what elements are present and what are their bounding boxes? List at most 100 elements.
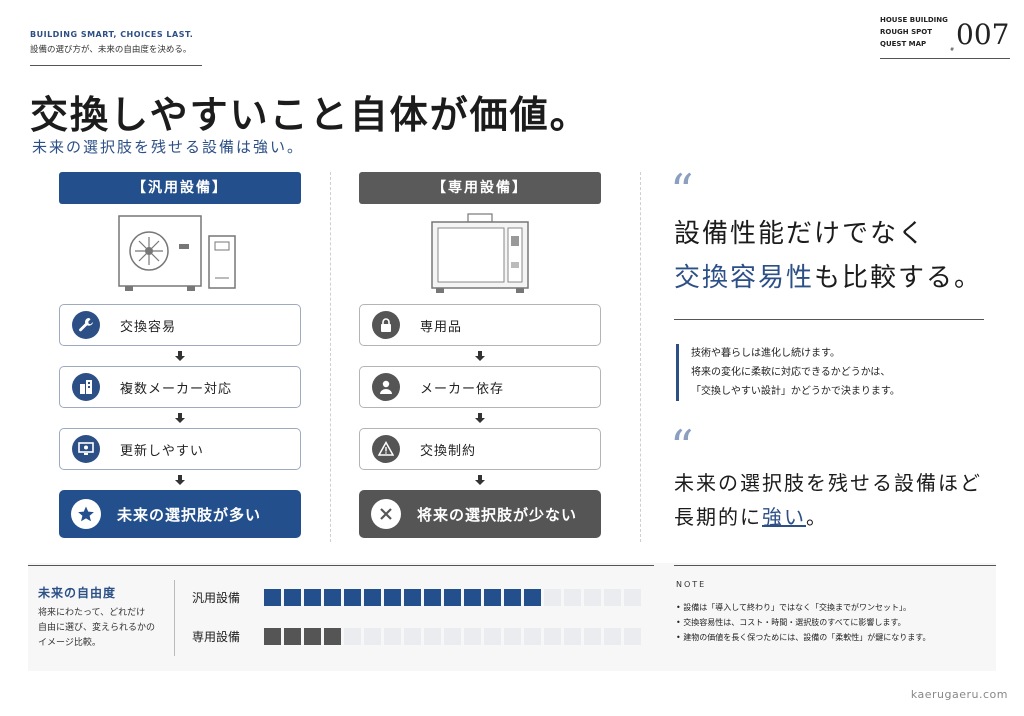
step-label: 更新しやすい (120, 443, 204, 459)
bar-cell (364, 588, 381, 606)
bar-cells (264, 627, 641, 645)
dedicated-step: 交換制約 (359, 428, 601, 470)
dedicated-unit-illustration (359, 204, 601, 304)
quote-accent: 交換容易性 (674, 263, 815, 293)
bottom-divider (174, 580, 175, 656)
quote-secondary: 未来の選択肢を残せる設備ほど 長期的に強い。 (674, 466, 982, 534)
site-watermark: kaerugaeru.com (910, 688, 1008, 701)
general-result: 未来の選択肢が多い (59, 490, 301, 538)
dedicated-heading: 【専用設備】 (359, 172, 601, 204)
bar-cell (484, 627, 501, 645)
note-title: NOTE (676, 580, 707, 589)
jp-tagline: 設備の選び方が、未来の自由度を決める。 (30, 45, 192, 55)
quote-line: 未来の選択肢を残せる設備ほど (674, 471, 982, 495)
person-icon (372, 373, 400, 401)
bar-cell (424, 627, 441, 645)
bar-cells (264, 588, 641, 606)
quote-mark-icon: “ (670, 420, 694, 474)
bar-cell (404, 588, 421, 606)
dedicated-result: 将来の選択肢が少ない (359, 490, 601, 538)
step-label: 交換制約 (420, 443, 477, 459)
bar-cell (264, 588, 281, 606)
result-label: 将来の選択肢が少ない (417, 505, 578, 524)
column-divider (330, 172, 331, 542)
bar-cell (384, 588, 401, 606)
series-badge: HOUSE BUILDING ROUGH SPOT QUEST MAP # 00… (880, 12, 1010, 62)
dedicated-step: メーカー依存 (359, 366, 601, 408)
bar-cell (304, 627, 321, 645)
bar-cell (564, 588, 581, 606)
outdoor-unit-illustration (59, 204, 301, 304)
quote-mark-icon: “ (670, 164, 694, 218)
quote-rule (674, 319, 984, 320)
star-icon (71, 499, 101, 529)
dedicated-equipment-column: 【専用設備】 専用品 メーカー依存 交換制約 将来の選択肢が少ない (359, 172, 601, 538)
quote-suffix: 。 (806, 505, 828, 529)
general-equipment-column: 【汎用設備】 交換容易 複数メーカー対応 更新しやすい 未来の選択肢が多い (59, 172, 301, 538)
issue-number: 007 (956, 18, 1010, 51)
bar-cell (564, 627, 581, 645)
buildings-icon (72, 373, 100, 401)
bar-cell (604, 588, 621, 606)
bar-cell (524, 627, 541, 645)
desc-line: 将来にわたって、どれだけ (38, 608, 146, 618)
lock-icon (372, 311, 400, 339)
page-title: 交換しやすいこと自体が価値。 (30, 92, 590, 137)
bar-cell (624, 588, 641, 606)
bar-cell (304, 588, 321, 606)
series-line: HOUSE BUILDING (880, 16, 948, 24)
arrow-down-icon (59, 470, 301, 490)
series-line: ROUGH SPOT (880, 28, 932, 36)
header-rule (30, 65, 202, 66)
step-label: メーカー依存 (420, 381, 505, 397)
bar-cell (444, 588, 461, 606)
note-item: 設備は「導入して終わり」ではなく「交換までがワンセット」。 (676, 600, 930, 615)
freedom-description: 将来にわたって、どれだけ 自由に選び、変えられるかの イメージ比較。 (38, 606, 155, 651)
quote-line: 交換容易性も比較する。 (674, 256, 982, 300)
en-tagline: BUILDING SMART, CHOICES LAST. (30, 30, 194, 39)
general-step: 交換容易 (59, 304, 301, 346)
bottom-rule (28, 565, 654, 566)
bar-cell (344, 627, 361, 645)
quote-accent: 強い (762, 505, 806, 529)
step-label: 専用品 (420, 319, 463, 335)
bar-cell (524, 588, 541, 606)
bar-cell (544, 588, 561, 606)
arrow-down-icon (59, 346, 301, 366)
bar-cell (464, 588, 481, 606)
bar-label: 汎用設備 (192, 590, 241, 605)
freedom-title: 未来の自由度 (38, 586, 117, 600)
dedicated-unit-icon (431, 213, 529, 293)
step-label: 交換容易 (120, 319, 177, 335)
bar-cell (544, 627, 561, 645)
result-label: 未来の選択肢が多い (117, 505, 262, 524)
bar-cell (284, 588, 301, 606)
arrow-down-icon (359, 408, 601, 428)
bottom-rule (674, 565, 996, 566)
desc-line: 自由に選び、変えられるかの (38, 623, 156, 633)
dedicated-step: 専用品 (359, 304, 601, 346)
series-rule (880, 58, 1010, 59)
bar-cell (624, 627, 641, 645)
bar-cell (604, 627, 621, 645)
note-item: 建物の価値を長く保つためには、設備の「柔軟性」が鍵になります。 (676, 630, 930, 645)
bar-cell (504, 588, 521, 606)
column-divider (640, 172, 641, 542)
bar-cell (284, 627, 301, 645)
bar-cell (424, 588, 441, 606)
outdoor-unit-icon (118, 215, 236, 291)
monitor-icon (72, 435, 100, 463)
wrench-icon (72, 311, 100, 339)
bar-cell (384, 627, 401, 645)
freedom-bar-dedicated: 専用設備 (192, 627, 641, 645)
general-step: 更新しやすい (59, 428, 301, 470)
quote-line: 長期的に強い。 (674, 500, 982, 534)
quote-rest: も比較する。 (814, 263, 983, 293)
warning-icon (372, 435, 400, 463)
body-line: 将来の変化に柔軟に対応できるかどうかは、 (691, 367, 891, 378)
bar-cell (364, 627, 381, 645)
header-tagline: BUILDING SMART, CHOICES LAST. 設備の選び方が、未来… (30, 30, 202, 66)
body-line: 技術や暮らしは進化し続けます。 (691, 348, 840, 359)
note-item: 交換容易性は、コスト・時間・選択肢のすべてに影響します。 (676, 615, 930, 630)
note-list: 設備は「導入して終わり」ではなく「交換までがワンセット」。 交換容易性は、コスト… (676, 600, 930, 645)
